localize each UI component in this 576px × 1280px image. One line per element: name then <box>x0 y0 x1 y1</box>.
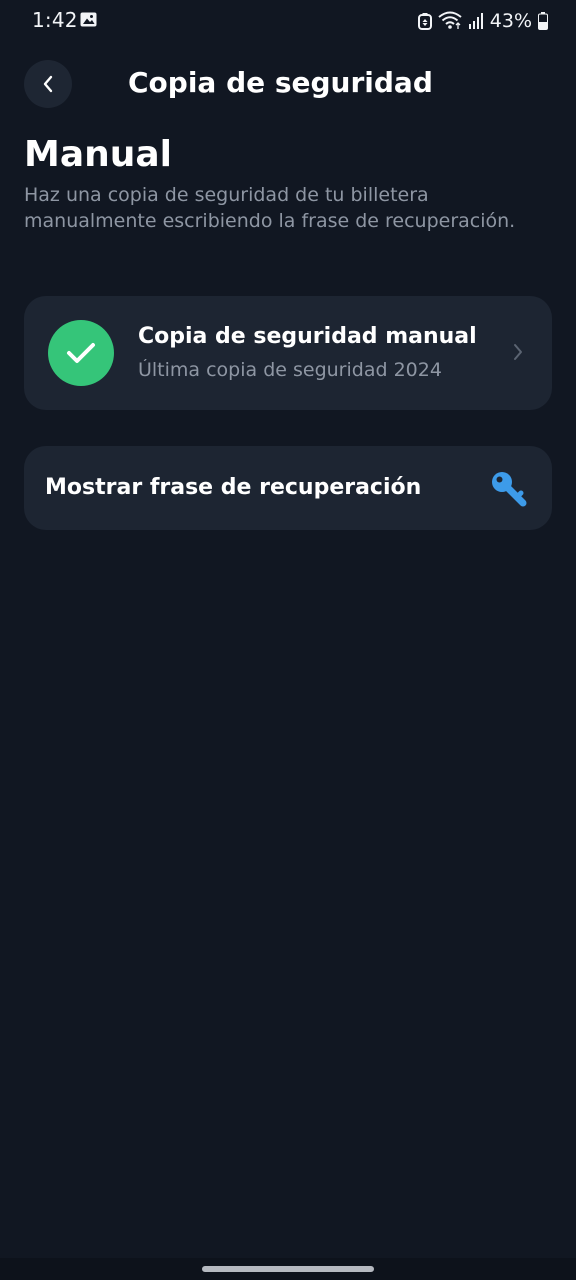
section-description: Haz una copia de seguridad de tu billete… <box>24 184 516 232</box>
page-title: Copia de seguridad <box>128 66 433 99</box>
section-title: Manual <box>24 134 173 175</box>
backup-card-subtitle: Última copia de seguridad 2024 <box>138 359 442 381</box>
system-nav-bar <box>0 1258 576 1280</box>
recovery-phrase-label: Mostrar frase de recuperación <box>45 475 422 500</box>
chevron-right-icon <box>514 344 522 360</box>
backup-status-badge <box>48 320 114 386</box>
gallery-icon <box>80 12 97 27</box>
battery-icon <box>538 12 548 30</box>
show-recovery-phrase-button[interactable]: Mostrar frase de recuperación <box>24 446 552 530</box>
backup-card-title: Copia de seguridad manual <box>138 324 477 349</box>
manual-backup-card[interactable]: Copia de seguridad manual Última copia d… <box>24 296 552 410</box>
status-time: 1:42 <box>32 8 78 32</box>
header: Copia de seguridad <box>0 60 576 108</box>
signal-icon <box>468 13 483 29</box>
back-button[interactable] <box>24 60 72 108</box>
home-indicator[interactable] <box>202 1266 374 1272</box>
wifi-icon <box>438 11 462 29</box>
check-icon <box>67 343 95 363</box>
battery-percent: 43% <box>489 10 532 32</box>
chevron-left-icon <box>43 75 53 93</box>
alarm-icon <box>417 12 432 30</box>
status-icons: 43% <box>417 8 548 34</box>
status-bar: 1:42 43% <box>0 0 576 42</box>
key-icon <box>492 472 527 507</box>
